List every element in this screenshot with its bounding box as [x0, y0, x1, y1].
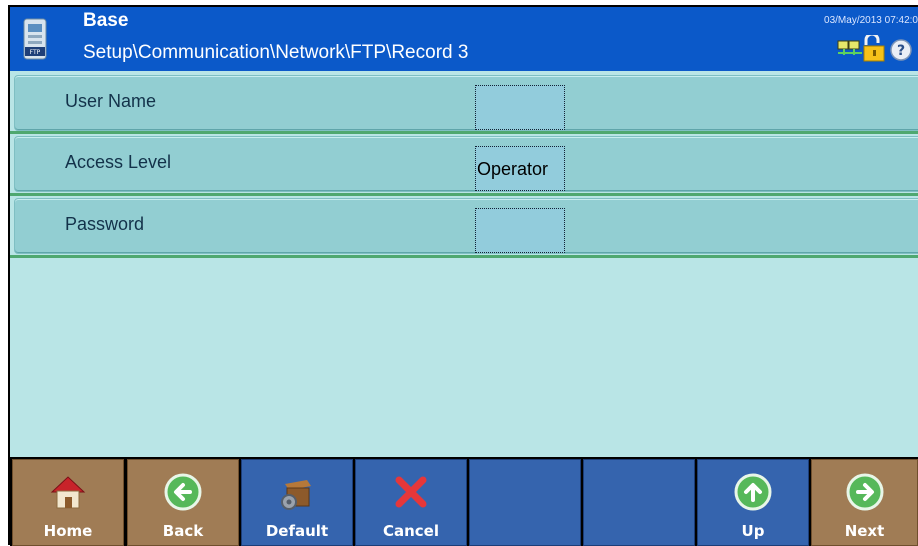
home-icon [50, 476, 86, 509]
up-arrow-icon [734, 473, 772, 511]
password-field[interactable] [475, 208, 565, 253]
datetime-readout: 03/May/2013 07:42:0 [824, 15, 918, 26]
help-icon[interactable]: ? [890, 39, 912, 61]
cancel-button[interactable]: Cancel [355, 459, 467, 546]
row-divider [10, 131, 918, 134]
default-label: Default [265, 522, 329, 540]
up-label: Up [741, 522, 765, 540]
unlocked-padlock-icon [863, 35, 885, 62]
up-button[interactable]: Up [697, 459, 809, 546]
back-label: Back [162, 522, 204, 540]
header-bar: FTP Base Setup\Communication\Network\FTP… [10, 7, 918, 71]
field-row-password[interactable]: Password [14, 198, 918, 254]
home-label: Home [43, 522, 93, 540]
softkey-5-button[interactable] [469, 459, 581, 546]
breadcrumb: Setup\Communication\Network\FTP\Record 3 [83, 42, 469, 63]
back-arrow-icon [164, 473, 202, 511]
row-divider [10, 255, 918, 258]
back-button[interactable]: Back [127, 459, 239, 546]
ftp-icon: FTP [23, 18, 47, 60]
default-box-icon [281, 480, 311, 510]
page-title: Base [83, 10, 129, 31]
network-icon [837, 40, 862, 55]
softkey-6-button[interactable] [583, 459, 695, 546]
field-row-user-name[interactable]: User Name [14, 75, 918, 131]
row-divider [10, 193, 918, 196]
default-button[interactable]: Default [241, 459, 353, 546]
cancel-x-icon [395, 476, 427, 508]
user-name-field[interactable] [475, 85, 565, 130]
access-level-select[interactable]: Operator [475, 146, 565, 191]
next-button[interactable]: Next [811, 459, 918, 546]
user-name-label: User Name [65, 91, 157, 111]
access-level-label: Access Level [65, 152, 172, 172]
next-arrow-icon [846, 473, 883, 511]
field-row-access-level[interactable]: Access Level Operator [14, 136, 918, 192]
cancel-label: Cancel [382, 522, 439, 540]
home-button[interactable]: Home [12, 459, 124, 546]
softkey-bar: Home Back Default Cancel Up Next [10, 459, 918, 546]
svg-text:FTP: FTP [30, 49, 41, 56]
content-area: User Name Access Level Operator Password [10, 71, 918, 457]
password-label: Password [65, 214, 145, 234]
next-label: Next [844, 522, 885, 540]
status-icons: ? [837, 35, 912, 62]
svg-text:?: ? [897, 43, 905, 59]
